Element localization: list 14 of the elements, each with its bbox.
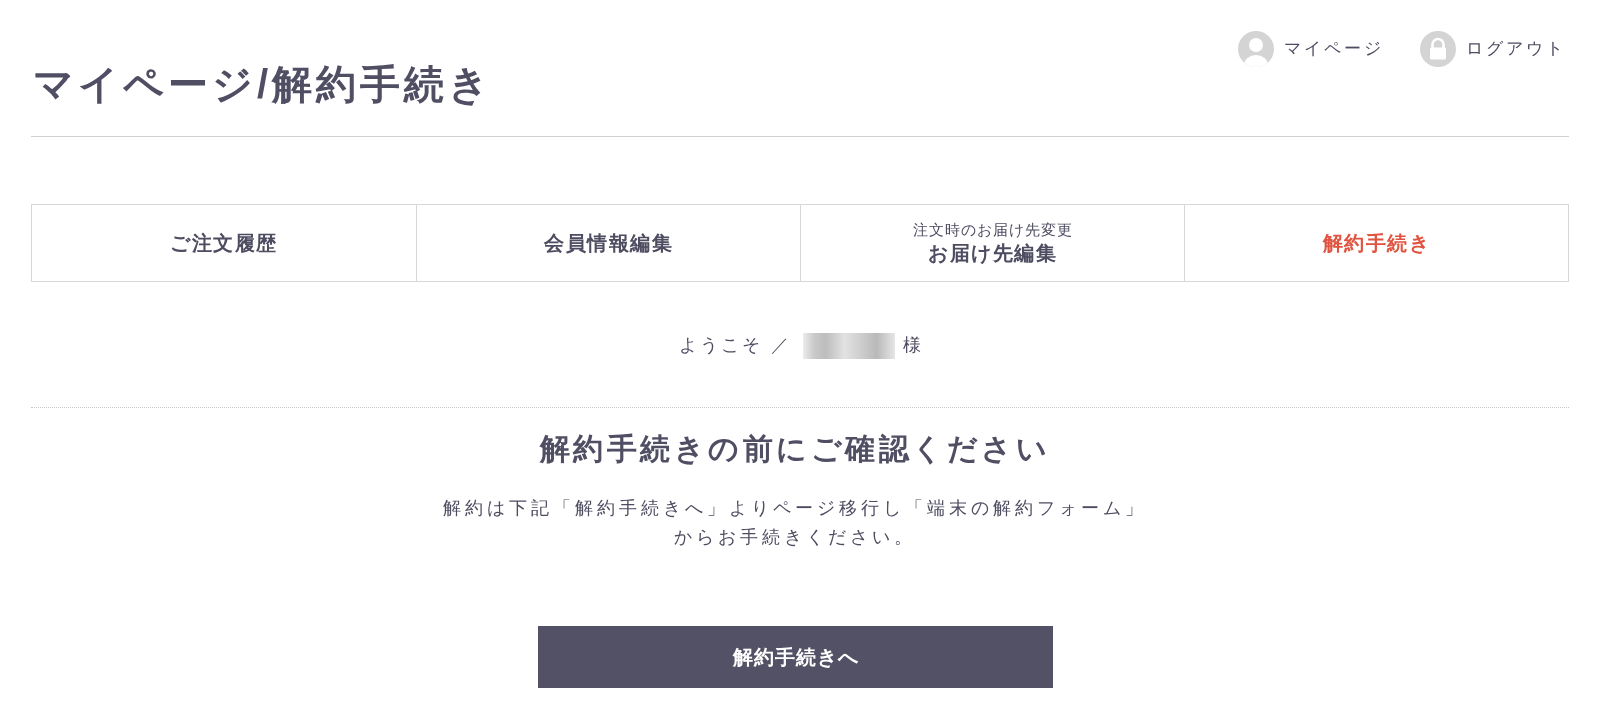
mypage-link[interactable]: マイページ <box>1238 31 1384 67</box>
nav-tab[interactable]: 会員情報編集 <box>416 205 800 281</box>
nav-tab[interactable]: 解約手続き <box>1184 205 1568 281</box>
welcome-text: ようこそ ／ <box>679 334 793 357</box>
person-icon <box>1238 31 1274 67</box>
notice-text: 解約は下記「解約手続きへ」よりページ移行し「端末の解約フォーム」からお手続きください。 <box>442 497 1148 549</box>
notice-heading: 解約手続きの前にご確認ください <box>539 431 1051 467</box>
logout-link[interactable]: ログアウト <box>1420 31 1566 67</box>
nav-tab[interactable]: 注文時のお届け先変更 お届け先編集 <box>800 205 1184 281</box>
cancel-procedure-button[interactable]: 解約手続きへ <box>538 626 1053 688</box>
lock-icon <box>1420 31 1456 67</box>
page-title: マイページ/解約手続き <box>33 61 494 108</box>
honorific-text: 様 <box>902 334 921 357</box>
nav-tab[interactable]: ご注文履歴 <box>32 205 416 281</box>
